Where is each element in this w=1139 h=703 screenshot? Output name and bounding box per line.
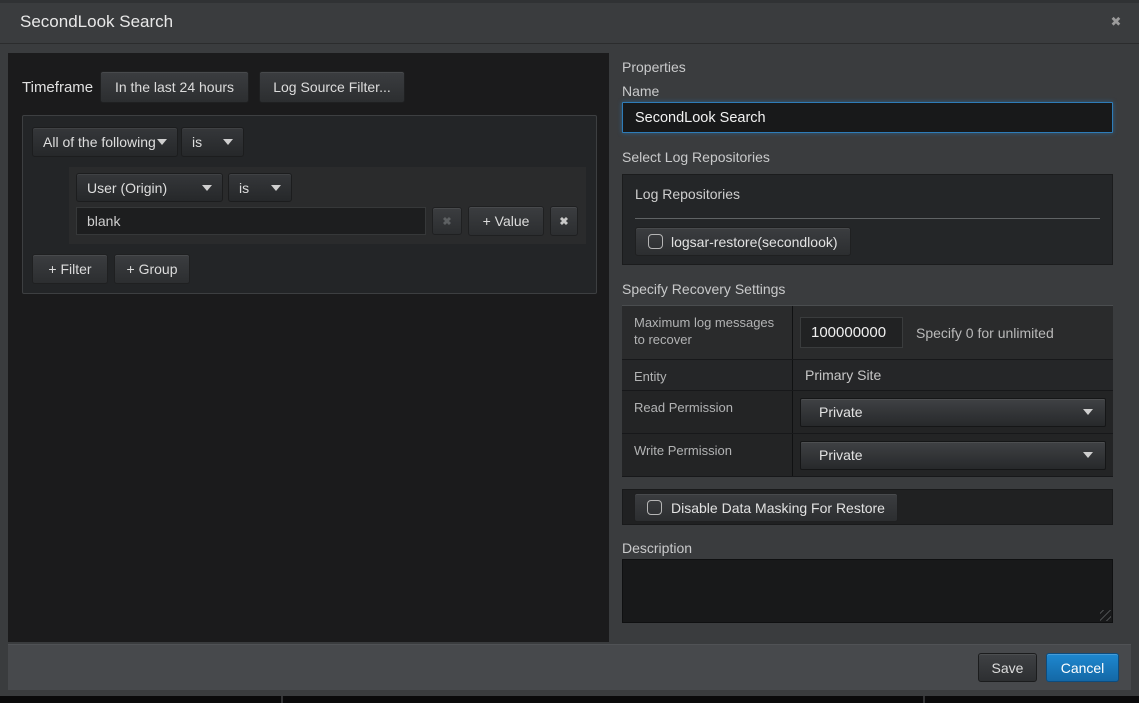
write-permission-cell: Private <box>793 434 1113 476</box>
divider <box>923 696 925 703</box>
add-filter-button[interactable]: + Filter <box>32 254 108 284</box>
chevron-down-icon <box>1083 452 1093 458</box>
max-messages-hint: Specify 0 for unlimited <box>916 325 1054 341</box>
entity-cell: Primary Site <box>793 360 1113 390</box>
close-icon[interactable]: ✖ <box>1107 13 1125 31</box>
checkbox-icon[interactable] <box>647 500 662 515</box>
filter-rule-group: User (Origin) is ✖ + Value ✖ <box>69 167 586 244</box>
chevron-down-icon <box>223 139 233 145</box>
save-button[interactable]: Save <box>978 653 1037 682</box>
checkbox-icon[interactable] <box>648 234 663 249</box>
read-permission-label: Read Permission <box>622 391 793 433</box>
group-operator-value: All of the following <box>43 134 156 150</box>
max-messages-label: Maximum log messages to recover <box>622 306 793 359</box>
properties-header: Properties <box>622 59 686 75</box>
cancel-button[interactable]: Cancel <box>1046 653 1119 682</box>
add-group-button[interactable]: + Group <box>114 254 190 284</box>
repository-label: logsar-restore(secondlook) <box>671 234 838 250</box>
name-label: Name <box>622 83 659 99</box>
repository-checkbox-button[interactable]: logsar-restore(secondlook) <box>635 227 851 256</box>
timeframe-button[interactable]: In the last 24 hours <box>100 71 249 103</box>
divider <box>281 696 283 703</box>
log-repositories-box: Log Repositories logsar-restore(secondlo… <box>622 174 1113 265</box>
filter-value-input[interactable] <box>76 207 426 235</box>
remove-value-icon[interactable]: ✖ <box>432 207 462 235</box>
data-masking-strip: Disable Data Masking For Restore <box>622 489 1113 525</box>
timeframe-label: Timeframe <box>22 79 93 96</box>
log-source-filter-button[interactable]: Log Source Filter... <box>259 71 405 103</box>
write-permission-value: Private <box>819 447 863 463</box>
chevron-down-icon <box>202 185 212 191</box>
chevron-down-icon <box>1083 409 1093 415</box>
table-row-read-permission: Read Permission Private <box>622 390 1113 433</box>
read-permission-value: Private <box>819 404 863 420</box>
page-background-edge <box>0 696 1139 703</box>
log-repositories-title: Log Repositories <box>635 186 740 202</box>
table-row-entity: Entity Primary Site <box>622 359 1113 390</box>
field-value: User (Origin) <box>87 180 167 196</box>
footer-bar: Save Cancel <box>8 644 1131 690</box>
description-textarea[interactable] <box>622 559 1113 623</box>
rule-condition-dropdown[interactable]: is <box>228 173 292 202</box>
secondlook-search-dialog: SecondLook Search ✖ Timeframe In the las… <box>0 0 1139 703</box>
entity-value: Primary Site <box>805 367 881 383</box>
dialog-title: SecondLook Search <box>20 12 173 32</box>
filter-builder: All of the following is User (Origin) is <box>22 115 597 294</box>
entity-label: Entity <box>622 360 793 390</box>
divider <box>635 218 1100 219</box>
select-log-repositories-label: Select Log Repositories <box>622 149 770 165</box>
remove-filter-icon[interactable]: ✖ <box>550 206 578 236</box>
read-permission-dropdown[interactable]: Private <box>800 398 1106 427</box>
table-row-max-messages: Maximum log messages to recover Specify … <box>622 306 1113 359</box>
group-condition-value: is <box>192 134 202 150</box>
chevron-down-icon <box>157 139 167 145</box>
rule-condition-value: is <box>239 180 249 196</box>
recovery-settings-table: Maximum log messages to recover Specify … <box>622 305 1113 477</box>
dialog-window: SecondLook Search ✖ Timeframe In the las… <box>0 0 1139 696</box>
add-value-button[interactable]: + Value <box>468 206 544 236</box>
write-permission-dropdown[interactable]: Private <box>800 441 1106 470</box>
write-permission-label: Write Permission <box>622 434 793 476</box>
description-label: Description <box>622 540 692 556</box>
max-messages-cell: Specify 0 for unlimited <box>793 306 1113 359</box>
max-messages-input[interactable] <box>800 317 903 348</box>
group-operator-dropdown[interactable]: All of the following <box>32 127 178 157</box>
title-bar: SecondLook Search ✖ <box>0 3 1139 44</box>
group-condition-dropdown[interactable]: is <box>181 127 244 157</box>
read-permission-cell: Private <box>793 391 1113 433</box>
name-input[interactable] <box>622 102 1113 133</box>
chevron-down-icon <box>271 185 281 191</box>
filter-panel: Timeframe In the last 24 hours Log Sourc… <box>8 53 609 642</box>
disable-data-masking-button[interactable]: Disable Data Masking For Restore <box>634 493 898 522</box>
table-row-write-permission: Write Permission Private <box>622 433 1113 476</box>
field-dropdown[interactable]: User (Origin) <box>76 173 223 202</box>
disable-data-masking-label: Disable Data Masking For Restore <box>671 500 885 516</box>
recovery-settings-header: Specify Recovery Settings <box>622 281 785 297</box>
